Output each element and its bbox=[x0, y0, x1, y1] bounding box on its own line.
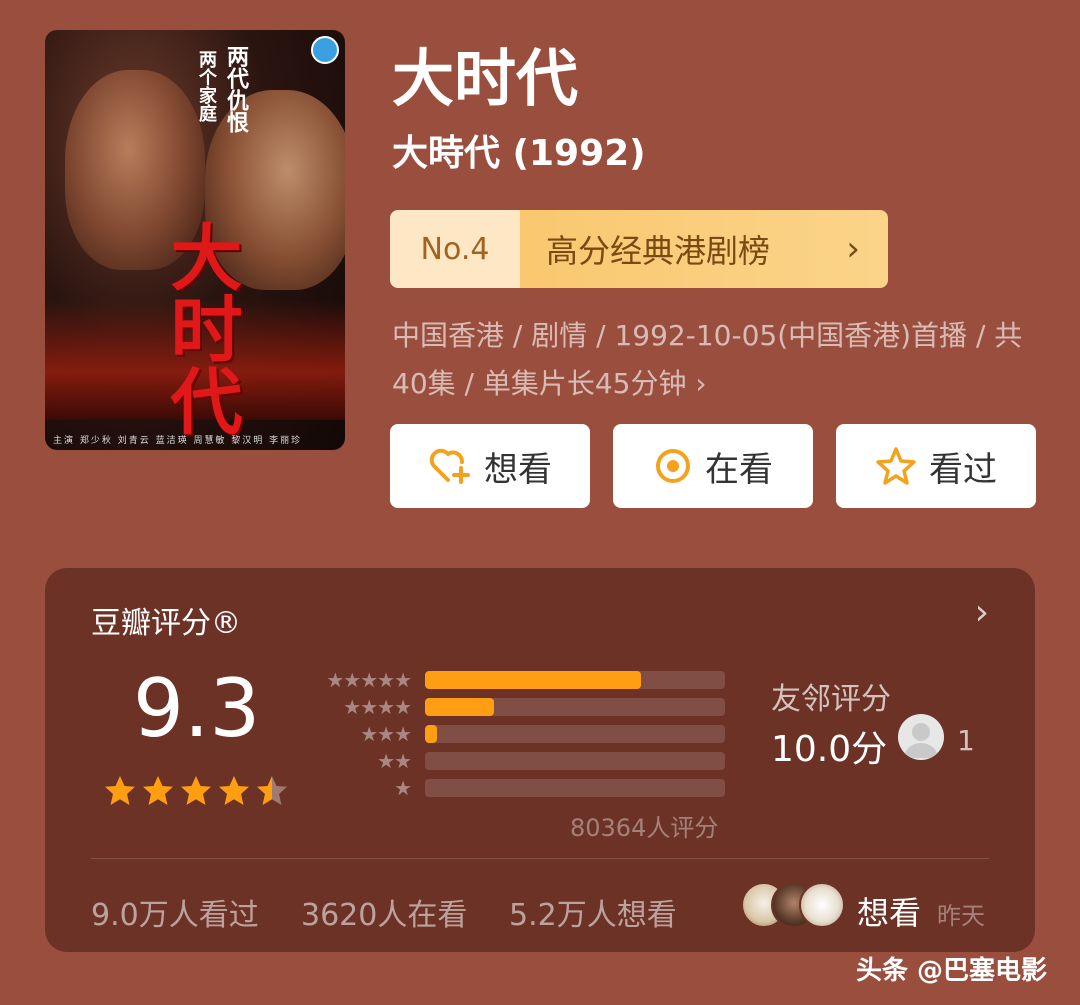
rank-badge[interactable]: No.4 高分经典港剧榜 › bbox=[390, 210, 888, 288]
poster-cast: 主演 郑少秋 刘青云 蓝洁瑛 周慧敏 黎汉明 李丽珍 bbox=[53, 436, 303, 446]
watched-button-label: 看过 bbox=[929, 449, 997, 490]
tv-logo-icon bbox=[311, 36, 339, 64]
distribution-bar bbox=[425, 697, 725, 716]
distribution-row: ★★★ bbox=[305, 720, 725, 747]
rating-label: 豆瓣评分® bbox=[91, 606, 241, 641]
stat-watching[interactable]: 3620人在看 bbox=[301, 890, 467, 934]
watching-button-label: 在看 bbox=[705, 449, 773, 490]
want-button-label: 想看 bbox=[484, 449, 552, 490]
friend-rating-count: 1 bbox=[957, 724, 975, 757]
distribution-row: ★★★★ bbox=[305, 693, 725, 720]
stat-watched[interactable]: 9.0万人看过 bbox=[91, 890, 259, 934]
star-icon bbox=[181, 776, 211, 805]
rating-stars bbox=[103, 774, 289, 808]
star-icon bbox=[219, 776, 249, 805]
star-icon bbox=[105, 776, 135, 805]
friend-rating-label: 友邻评分 bbox=[771, 682, 891, 717]
distribution-bar bbox=[425, 778, 725, 797]
rank-number: No.4 bbox=[390, 210, 520, 288]
rank-list-name: 高分经典港剧榜 bbox=[546, 232, 771, 270]
star-icon bbox=[257, 776, 287, 805]
star-outline-icon bbox=[876, 447, 916, 485]
distribution-bar-fill bbox=[425, 670, 641, 689]
poster-image[interactable]: 两个家庭 两代仇恨 大时代 主演 郑少秋 刘青云 蓝洁瑛 周慧敏 黎汉明 李丽珍 bbox=[45, 30, 345, 450]
rating-score: 9.3 bbox=[133, 662, 261, 755]
chevron-right-icon: › bbox=[846, 229, 860, 269]
distribution-stars: ★★★★ bbox=[343, 694, 412, 719]
activity-action: 想看 bbox=[857, 894, 922, 932]
stat-want[interactable]: 5.2万人想看 bbox=[509, 890, 677, 934]
target-icon bbox=[656, 449, 690, 483]
watching-button[interactable]: 在看 bbox=[613, 424, 813, 508]
info-line[interactable]: 中国香港 / 剧情 / 1992-10-05(中国香港)首播 / 共40集 / … bbox=[392, 312, 1032, 408]
rank-list: 高分经典港剧榜 › bbox=[520, 210, 888, 288]
rating-card[interactable]: 豆瓣评分® › 9.3 ★★★★★ ★★★★ ★★★ ★★ ★ 80364人评分 友邻评… bbox=[45, 568, 1035, 952]
activity-avatars[interactable] bbox=[741, 882, 845, 930]
divider bbox=[91, 858, 989, 859]
friend-avatar[interactable] bbox=[898, 714, 944, 760]
distribution-row: ★ bbox=[305, 774, 725, 801]
want-button[interactable]: 想看 bbox=[390, 424, 590, 508]
poster-tagline-1: 两个家庭 bbox=[196, 50, 217, 122]
distribution-bar-fill bbox=[425, 724, 437, 743]
star-icon bbox=[143, 776, 173, 805]
activity-time: 昨天 bbox=[937, 902, 985, 930]
distribution-bar bbox=[425, 751, 725, 770]
distribution-bar bbox=[425, 670, 725, 689]
user-icon bbox=[904, 723, 938, 758]
avatar bbox=[799, 882, 845, 928]
distribution-stars: ★ bbox=[394, 775, 412, 800]
heart-plus-icon bbox=[429, 448, 470, 484]
watermark: 头条 @巴塞电影 bbox=[856, 956, 1048, 986]
distribution-bar-fill bbox=[425, 697, 494, 716]
poster-tagline-2: 两代仇恨 bbox=[223, 45, 248, 133]
distribution-bar bbox=[425, 724, 725, 743]
page-title: 大时代 bbox=[392, 42, 579, 115]
friend-rating-score: 10.0分 bbox=[771, 729, 888, 770]
poster-title-art: 大时代 bbox=[158, 220, 243, 436]
distribution-stars: ★★ bbox=[377, 748, 412, 773]
distribution-stars: ★★★ bbox=[360, 721, 412, 746]
rating-count: 80364人评分 bbox=[570, 814, 719, 842]
watched-button[interactable]: 看过 bbox=[836, 424, 1036, 508]
chevron-right-icon[interactable]: › bbox=[975, 592, 989, 633]
distribution-stars: ★★★★★ bbox=[326, 667, 412, 692]
rating-distribution: ★★★★★ ★★★★ ★★★ ★★ ★ bbox=[305, 666, 725, 801]
original-title: 大時代 (1992) bbox=[392, 133, 646, 174]
distribution-row: ★★ bbox=[305, 747, 725, 774]
distribution-row: ★★★★★ bbox=[305, 666, 725, 693]
